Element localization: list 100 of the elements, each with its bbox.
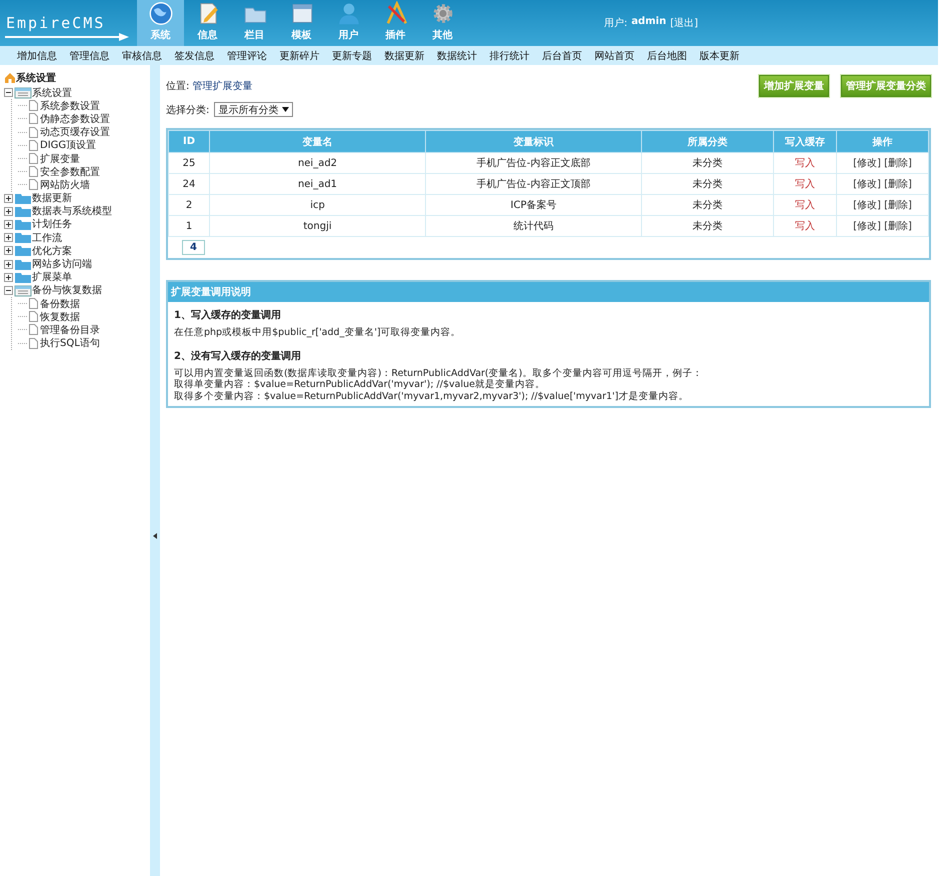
delete-link[interactable]: [删除] — [884, 221, 912, 232]
page-icon — [29, 100, 38, 112]
table-cell: 24 — [168, 174, 210, 194]
page-icon — [29, 311, 38, 322]
tree-item[interactable]: 伪静态参数设置 — [40, 112, 110, 126]
notes-heading: 1、写入缓存的变量调用 — [174, 308, 282, 322]
username: admin — [631, 16, 666, 29]
menu-link[interactable]: 管理信息 — [70, 48, 110, 62]
menu-link[interactable]: 更新碎片 — [280, 48, 320, 62]
tree-item[interactable]: 网站防火墙 — [40, 178, 90, 192]
delete-link[interactable]: [删除] — [884, 158, 912, 169]
expand-icon[interactable] — [4, 272, 13, 282]
folder-icon — [14, 86, 32, 100]
tree-item[interactable]: 动态页缓存设置 — [40, 125, 110, 140]
column-header: 操作 — [836, 130, 928, 152]
tree-item[interactable]: 备份数据 — [40, 296, 80, 311]
menu-link[interactable]: 后台地图 — [647, 48, 687, 62]
write-link[interactable]: 写入 — [795, 179, 815, 190]
menu-link[interactable]: 增加信息 — [17, 48, 57, 62]
expand-icon[interactable] — [4, 220, 13, 229]
page-icon — [29, 298, 38, 310]
table-cell: 手机广告位-内容正文顶部 — [426, 174, 642, 194]
edit-link[interactable]: [修改] — [853, 221, 881, 232]
folder-icon — [14, 231, 32, 244]
table-cell: nei_ad1 — [210, 174, 426, 194]
notes-text: 取得单变量内容：$value=ReturnPublicAddVar('myvar'); //$value就是变量内容。 — [174, 379, 546, 390]
table-cell: 未分类 — [642, 194, 774, 216]
collapse-icon[interactable] — [4, 88, 13, 98]
menu-link[interactable]: 管理评论 — [227, 48, 267, 62]
notes-text: 取得多个变量内容：$value=ReturnPublicAddVar('myvar1,myvar2,myvar3'); //$value['myvar1']才是变量内容。 — [174, 390, 690, 402]
dropdown-icon — [282, 107, 290, 112]
table-cell: tongji — [210, 216, 426, 236]
expand-icon[interactable] — [4, 194, 13, 203]
tree-item[interactable]: 备份与恢复数据 — [32, 283, 102, 298]
expand-icon[interactable] — [4, 233, 13, 242]
edit-link[interactable]: [修改] — [853, 158, 881, 169]
folder-icon — [14, 270, 32, 284]
write-link[interactable]: 写入 — [795, 221, 815, 232]
expand-icon[interactable] — [4, 260, 13, 269]
page-icon — [29, 338, 38, 349]
notes-text: 可以用内置变量返回函数(数据库读取变量内容)：ReturnPublicAddVar(变量名)。取多个变量内容可用逗号隔开，例子： — [174, 368, 704, 379]
folder-icon — [14, 204, 32, 218]
table-cell: 2 — [168, 194, 210, 216]
tree-item[interactable]: DIGG顶设置 — [40, 138, 96, 152]
tree-item[interactable]: 系统参数设置 — [40, 98, 100, 113]
collapse-sidebar-icon[interactable] — [153, 532, 157, 538]
tree-item[interactable]: 优化方案 — [32, 244, 72, 258]
menu-link[interactable]: 更新专题 — [332, 48, 372, 62]
menu-link[interactable]: 网站首页 — [594, 48, 634, 62]
folder-icon — [14, 244, 32, 258]
page-count: 4 — [182, 240, 205, 255]
delete-link[interactable]: [删除] — [884, 200, 912, 211]
notes-text: 在任意php或模板中用$public_r['add_变量名']可取得变量内容。 — [174, 327, 462, 338]
edit-link[interactable]: [修改] — [853, 179, 881, 190]
tree-item[interactable]: 执行SQL语句 — [40, 336, 100, 350]
menu-link[interactable]: 数据更新 — [384, 48, 424, 62]
menu-link[interactable]: 排行统计 — [490, 48, 530, 62]
table-cell: nei_ad2 — [210, 152, 426, 174]
tree-item[interactable]: 数据表与系统模型 — [32, 204, 112, 218]
tree-item[interactable]: 管理备份目录 — [40, 322, 100, 337]
table-cell: 手机广告位-内容正文底部 — [426, 152, 642, 174]
category-select[interactable]: 显示所有分类 — [214, 102, 294, 117]
menu-link[interactable]: 版本更新 — [700, 48, 740, 62]
folder-icon — [14, 258, 32, 271]
tree-item[interactable]: 扩展菜单 — [32, 270, 72, 284]
menu-link[interactable]: 签发信息 — [174, 48, 214, 62]
page-icon — [29, 324, 38, 336]
location-link[interactable]: 管理扩展变量 — [192, 81, 253, 92]
globe-icon — [148, 1, 174, 26]
write-link[interactable]: 写入 — [795, 158, 815, 169]
expand-icon[interactable] — [4, 246, 13, 256]
edit-link[interactable]: [修改] — [853, 200, 881, 211]
delete-link[interactable]: [删除] — [884, 179, 912, 190]
menu-link[interactable]: 审核信息 — [122, 48, 162, 62]
menu-link[interactable]: 数据统计 — [437, 48, 477, 62]
tree-item[interactable]: 扩展变量 — [40, 152, 80, 166]
column-header: 变量标识 — [426, 130, 642, 152]
column-header: ID — [168, 130, 210, 152]
tree-item[interactable]: 计划任务 — [32, 217, 72, 232]
tree-item[interactable]: 恢复数据 — [40, 310, 80, 324]
page-icon — [29, 113, 38, 124]
notes-title: 扩展变量调用说明 — [171, 287, 251, 298]
page-icon — [29, 166, 38, 178]
expand-icon[interactable] — [4, 206, 13, 216]
tree-item[interactable]: 数据更新 — [32, 191, 72, 206]
table-cell: 未分类 — [642, 152, 774, 174]
page-icon — [29, 179, 38, 190]
page-icon — [29, 140, 38, 151]
column-header: 变量名 — [210, 130, 426, 152]
folder-icon — [14, 284, 32, 297]
menu-link[interactable]: 后台首页 — [542, 48, 582, 62]
tree-item[interactable]: 网站多访问端 — [32, 257, 92, 272]
folder-icon — [14, 192, 32, 205]
write-link[interactable]: 写入 — [795, 200, 815, 211]
tree-item[interactable]: 工作流 — [32, 230, 62, 245]
table-cell: 1 — [168, 216, 210, 236]
table-cell: 25 — [168, 152, 210, 174]
tree-item[interactable]: 安全参数配置 — [40, 164, 100, 179]
collapse-icon[interactable] — [4, 286, 13, 295]
tree-item[interactable]: 系统设置 — [32, 86, 72, 100]
